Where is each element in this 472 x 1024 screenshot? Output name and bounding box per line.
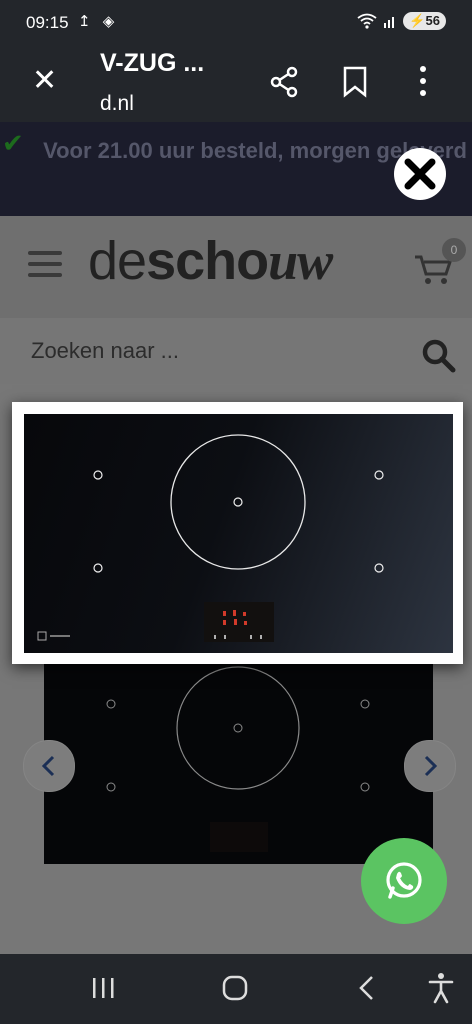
signal-icon xyxy=(384,17,395,28)
accessibility-icon[interactable] xyxy=(428,972,454,1004)
more-options-icon[interactable] xyxy=(417,64,429,98)
battery-indicator: ⚡56 xyxy=(403,12,446,30)
upload-icon: ↥ ◈ xyxy=(78,13,119,30)
site-header: deschouw xyxy=(0,216,472,318)
close-tab-button[interactable]: ✕ xyxy=(32,66,57,96)
menu-icon[interactable] xyxy=(28,251,62,284)
image-popup xyxy=(12,402,463,664)
whatsapp-button[interactable] xyxy=(361,838,447,924)
logo-part-de: de xyxy=(88,231,147,291)
search-bar[interactable]: Zoeken naar ... xyxy=(0,318,472,384)
page-url: d.nl xyxy=(100,92,134,115)
recent-apps-button[interactable] xyxy=(90,976,116,1000)
logo-part-uw: uw xyxy=(268,231,333,291)
checkmark-icon: ✔ xyxy=(2,128,24,158)
battery-level: 56 xyxy=(425,13,440,28)
share-icon[interactable] xyxy=(268,66,300,98)
home-button[interactable] xyxy=(222,975,248,1001)
back-button[interactable] xyxy=(356,975,376,1001)
status-time: 09:15 xyxy=(26,13,69,32)
previous-image-button[interactable] xyxy=(23,740,75,792)
page-title: V-ZUG ... xyxy=(100,49,205,77)
cooktop-image xyxy=(24,414,453,653)
site-logo[interactable]: deschouw xyxy=(88,230,333,292)
chevron-left-icon xyxy=(41,755,55,777)
search-icon[interactable] xyxy=(421,338,457,374)
chevron-right-icon xyxy=(424,755,438,777)
whatsapp-icon xyxy=(386,862,422,899)
browser-toolbar: ✕ V-ZUG ... d.nl xyxy=(0,46,472,122)
status-bar: 09:15 ↥ ◈ ⚡56 xyxy=(0,0,472,46)
cart-count-badge: 0 xyxy=(442,238,466,262)
bookmark-icon[interactable] xyxy=(342,66,368,98)
search-input[interactable]: Zoeken naar ... xyxy=(31,338,179,364)
next-image-button[interactable] xyxy=(404,740,456,792)
product-image[interactable] xyxy=(44,664,433,864)
logo-part-scho: scho xyxy=(146,231,269,291)
wifi-icon xyxy=(357,13,377,29)
close-popup-button[interactable] xyxy=(393,147,447,201)
system-nav-bar xyxy=(0,954,472,1024)
